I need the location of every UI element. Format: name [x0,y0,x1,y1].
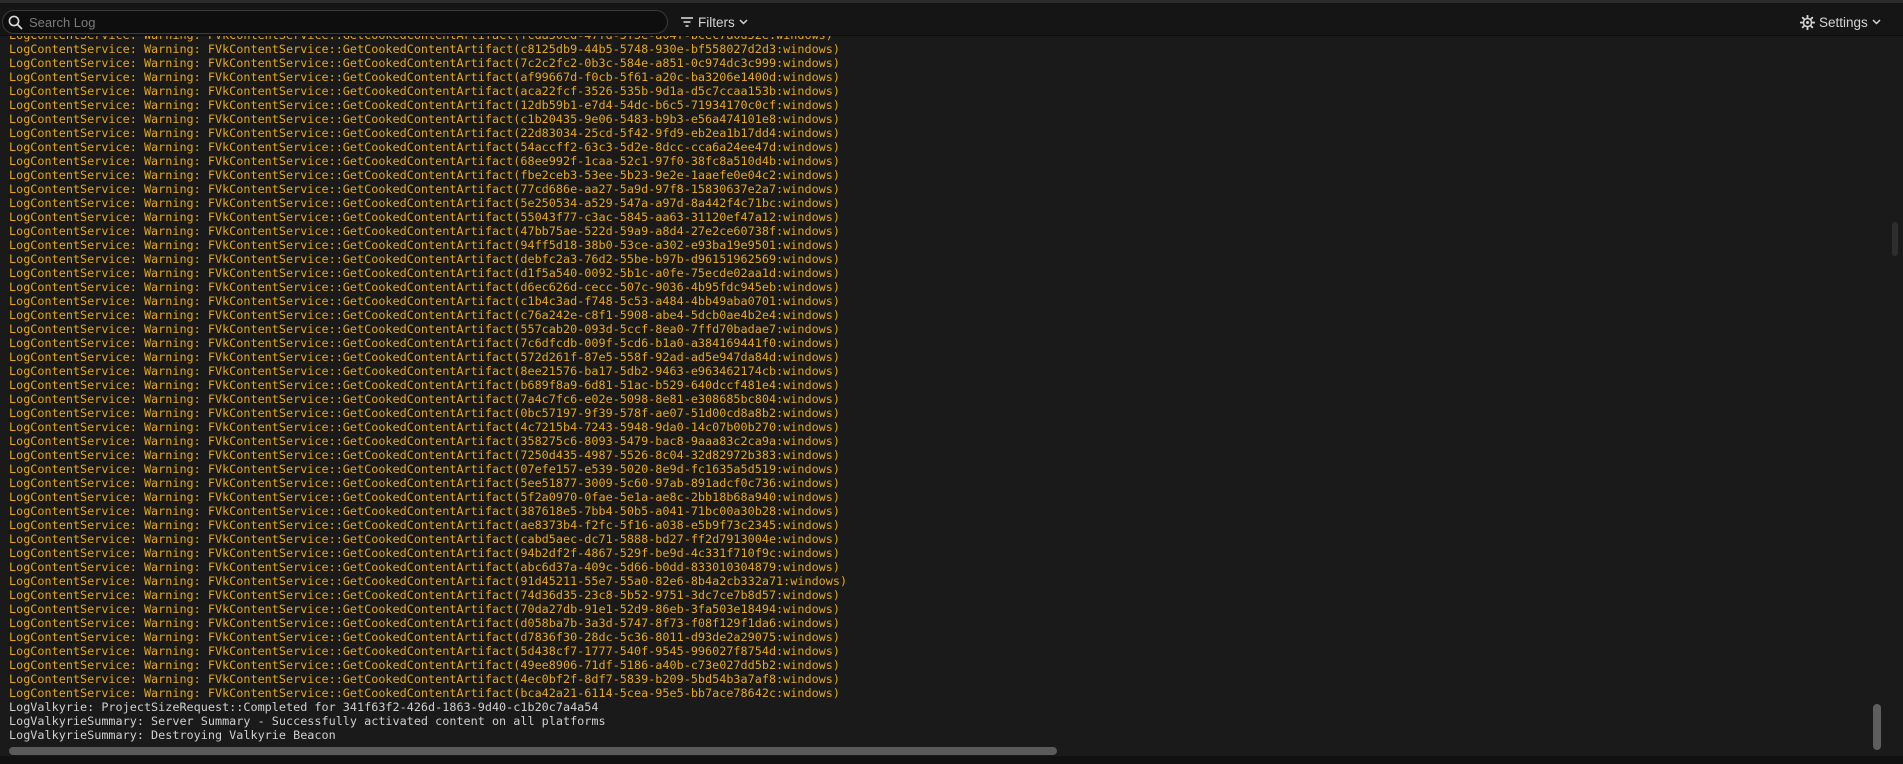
log-line: LogContentService: Warning: FVkContentSe… [9,490,840,504]
log-line: LogContentService: Warning: FVkContentSe… [9,140,840,154]
vertical-scroll-thumb[interactable] [1873,704,1881,750]
log-line: LogContentService: Warning: FVkContentSe… [9,126,840,140]
log-line: LogContentService: Warning: FVkContentSe… [9,182,840,196]
search-box[interactable] [2,10,668,34]
log-line: LogContentService: Warning: FVkContentSe… [9,546,840,560]
log-line: LogContentService: Warning: FVkContentSe… [9,364,840,378]
log-toolbar: Filters Settings [0,3,1903,36]
log-line: LogContentService: Warning: FVkContentSe… [9,84,840,98]
log-line: LogContentService: Warning: FVkContentSe… [9,532,840,546]
log-line: LogContentService: Warning: FVkContentSe… [9,42,840,56]
chevron-down-icon [1872,19,1881,25]
log-line: LogContentService: Warning: FVkContentSe… [9,196,840,210]
log-line: LogContentService: Warning: FVkContentSe… [9,644,840,658]
log-line: LogContentService: Warning: FVkContentSe… [9,476,840,490]
log-line: LogContentService: Warning: FVkContentSe… [9,98,840,112]
log-line: LogContentService: Warning: FVkContentSe… [9,378,840,392]
log-line: LogContentService: Warning: FVkContentSe… [9,322,840,336]
settings-button[interactable]: Settings [1800,10,1881,34]
log-line: LogContentService: Warning: FVkContentSe… [9,210,840,224]
vertical-scrollbar[interactable] [1870,36,1884,756]
log-line: LogContentService: Warning: FVkContentSe… [9,392,840,406]
log-line: LogContentService: Warning: FVkContentSe… [9,252,840,266]
log-output[interactable]: LogContentService: Warning: FVkContentSe… [0,36,1870,746]
log-line: LogContentService: Warning: FVkContentSe… [9,266,840,280]
log-line: LogContentService: Warning: FVkContentSe… [9,658,840,672]
log-line: LogContentService: Warning: FVkContentSe… [9,112,840,126]
log-line: LogContentService: Warning: FVkContentSe… [9,602,840,616]
chevron-down-icon [739,19,748,25]
gear-icon [1800,14,1815,30]
log-line: LogContentService: Warning: FVkContentSe… [9,238,840,252]
log-line: LogContentService: Warning: FVkContentSe… [9,574,848,588]
search-input[interactable] [29,13,649,31]
window-bottom-strip [0,756,1903,764]
log-line: LogContentService: Warning: FVkContentSe… [9,70,840,84]
log-line: LogValkyrie: ProjectSizeRequest::Complet… [9,700,599,714]
filters-button[interactable]: Filters [680,10,748,34]
log-line: LogContentService: Warning: FVkContentSe… [9,154,840,168]
search-icon [8,15,23,30]
horizontal-scrollbar[interactable] [0,746,1870,756]
log-line: LogContentService: Warning: FVkContentSe… [9,224,840,238]
log-line: LogContentService: Warning: FVkContentSe… [9,280,840,294]
filter-icon [681,17,693,27]
log-line: LogContentService: Warning: FVkContentSe… [9,560,840,574]
filters-label: Filters [698,14,735,30]
log-line: LogValkyrieSummary: Server Summary - Suc… [9,714,606,728]
horizontal-scroll-thumb[interactable] [9,747,1057,755]
log-line: LogContentService: Warning: FVkContentSe… [9,448,840,462]
log-line: LogContentService: Warning: FVkContentSe… [9,686,840,700]
log-line: LogContentService: Warning: FVkContentSe… [9,588,840,602]
log-line: LogContentService: Warning: FVkContentSe… [9,504,840,518]
log-line: LogContentService: Warning: FVkContentSe… [9,168,840,182]
log-line: LogContentService: Warning: FVkContentSe… [9,350,840,364]
log-line: LogContentService: Warning: FVkContentSe… [9,630,840,644]
log-line: LogContentService: Warning: FVkContentSe… [9,406,840,420]
edge-resize-handle[interactable] [1892,222,1898,256]
log-line: LogContentService: Warning: FVkContentSe… [9,616,840,630]
log-line: LogContentService: Warning: FVkContentSe… [9,518,840,532]
log-line: LogValkyrieSummary: Destroying Valkyrie … [9,728,336,742]
log-line: LogContentService: Warning: FVkContentSe… [9,434,840,448]
log-line: LogContentService: Warning: FVkContentSe… [9,672,840,686]
log-line: LogContentService: Warning: FVkContentSe… [9,336,840,350]
settings-label: Settings [1819,14,1868,30]
log-line: LogContentService: Warning: FVkContentSe… [9,420,840,434]
log-line: LogContentService: Warning: FVkContentSe… [9,294,840,308]
log-line: LogContentService: Warning: FVkContentSe… [9,56,840,70]
log-line: LogContentService: Warning: FVkContentSe… [9,462,840,476]
log-line: LogContentService: Warning: FVkContentSe… [9,308,840,322]
